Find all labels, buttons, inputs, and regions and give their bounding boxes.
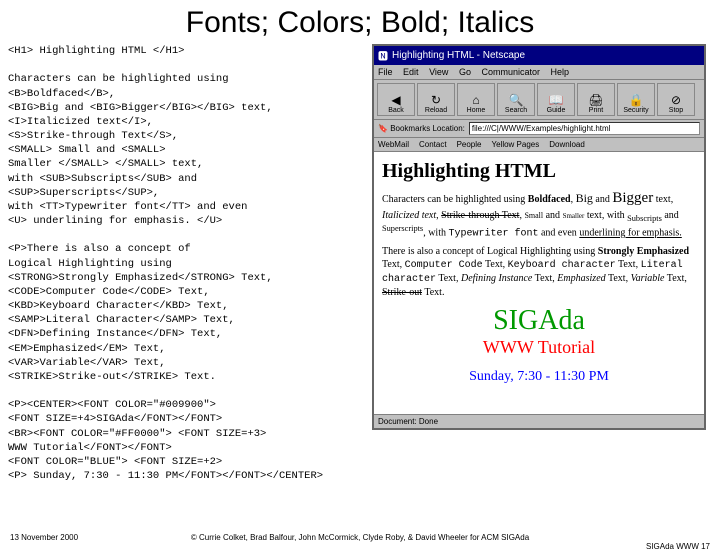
link-people[interactable]: People	[457, 140, 482, 149]
menu-communicator[interactable]: Communicator	[481, 67, 540, 77]
guide-icon: 📖	[549, 93, 564, 107]
personal-toolbar: WebMail Contact People Yellow Pages Down…	[374, 138, 704, 152]
window-titlebar: 🅽 Highlighting HTML - Netscape	[374, 46, 704, 65]
link-download[interactable]: Download	[549, 140, 585, 149]
home-button[interactable]: ⌂Home	[457, 83, 495, 116]
stop-icon: ⊘	[671, 93, 681, 107]
menu-help[interactable]: Help	[551, 67, 570, 77]
schedule-text: Sunday, 7:30 - 11:30 PM	[382, 369, 696, 385]
menu-file[interactable]: File	[378, 67, 393, 77]
location-label: Location:	[432, 124, 464, 133]
centered-block: SIGAda WWW Tutorial Sunday, 7:30 - 11:30…	[382, 305, 696, 385]
paragraph-2: There is also a concept of Logical Highl…	[382, 245, 696, 299]
url-field[interactable]: file:///C|/WWW/Examples/highlight.html	[469, 122, 700, 135]
link-contact[interactable]: Contact	[419, 140, 447, 149]
sigada-text: SIGAda	[382, 305, 696, 337]
print-button[interactable]: 🖨Print	[577, 83, 615, 116]
menu-go[interactable]: Go	[459, 67, 471, 77]
slide-title: Fonts; Colors; Bold; Italics	[0, 6, 720, 40]
lock-icon: 🔒	[629, 93, 644, 107]
back-button[interactable]: ◀Back	[377, 83, 415, 116]
rendered-page: Highlighting HTML Characters can be high…	[374, 152, 704, 414]
location-bar: 🔖 Bookmarks Location: file:///C|/WWW/Exa…	[374, 120, 704, 138]
link-yellowpages[interactable]: Yellow Pages	[491, 140, 539, 149]
link-webmail[interactable]: WebMail	[378, 140, 409, 149]
toolbar: ◀Back ↻Reload ⌂Home 🔍Search 📖Guide 🖨Prin…	[374, 79, 704, 120]
guide-button[interactable]: 📖Guide	[537, 83, 575, 116]
html-source-code: <H1> Highlighting HTML </H1> Characters …	[8, 44, 368, 483]
content-area: <H1> Highlighting HTML </H1> Characters …	[0, 44, 720, 483]
stop-button[interactable]: ⊘Stop	[657, 83, 695, 116]
footer-date: 13 November 2000	[10, 533, 78, 542]
home-icon: ⌂	[472, 93, 479, 107]
bookmarks-button[interactable]: 🔖 Bookmarks	[378, 124, 430, 133]
menu-edit[interactable]: Edit	[403, 67, 419, 77]
netscape-window: 🅽 Highlighting HTML - Netscape File Edit…	[372, 44, 706, 430]
print-icon: 🖨	[588, 93, 603, 107]
tutorial-text: WWW Tutorial	[382, 337, 696, 358]
security-button[interactable]: 🔒Security	[617, 83, 655, 116]
menu-view[interactable]: View	[429, 67, 448, 77]
reload-button[interactable]: ↻Reload	[417, 83, 455, 116]
window-title: Highlighting HTML - Netscape	[392, 50, 525, 61]
footer-copyright: © Currie Colket, Brad Balfour, John McCo…	[0, 533, 720, 542]
app-icon: 🅽	[378, 48, 388, 63]
browser-preview: 🅽 Highlighting HTML - Netscape File Edit…	[372, 44, 712, 483]
footer-page-number: SIGAda WWW 17	[646, 542, 710, 551]
back-icon: ◀	[391, 93, 400, 107]
search-icon: 🔍	[509, 93, 524, 107]
menubar: File Edit View Go Communicator Help	[374, 65, 704, 79]
status-text: Document: Done	[378, 417, 438, 426]
reload-icon: ↻	[431, 93, 441, 107]
slide-footer: 13 November 2000 © Currie Colket, Brad B…	[0, 533, 720, 542]
search-button[interactable]: 🔍Search	[497, 83, 535, 116]
status-bar: Document: Done	[374, 414, 704, 428]
page-heading: Highlighting HTML	[382, 160, 696, 183]
paragraph-1: Characters can be highlighted using Bold…	[382, 189, 696, 241]
